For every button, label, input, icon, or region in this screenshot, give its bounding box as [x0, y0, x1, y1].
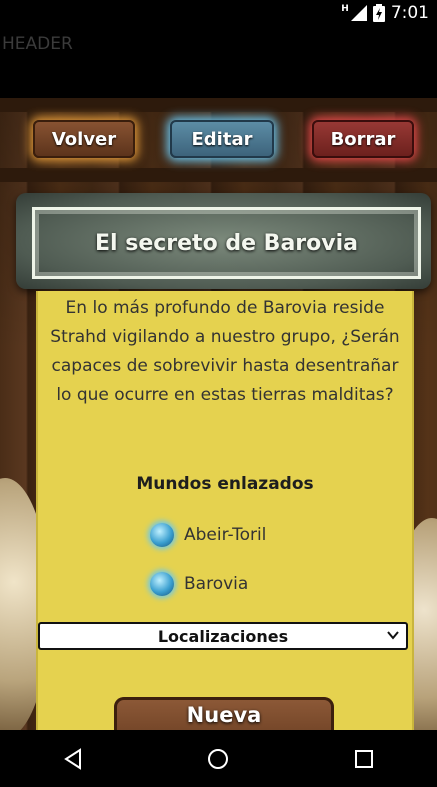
nav-recents-button[interactable] [334, 730, 394, 787]
back-triangle-icon [63, 747, 81, 770]
clock: 7:01 [390, 3, 429, 23]
app-header: HEADER [0, 28, 437, 98]
wood-beam-decoration [0, 98, 437, 112]
blue-gem-icon [150, 523, 174, 547]
header-text: HEADER [2, 34, 73, 54]
battery-charging-icon [372, 4, 385, 22]
delete-button[interactable]: Borrar [312, 120, 414, 158]
edit-button[interactable]: Editar [170, 120, 274, 158]
celtic-frame: El secreto de Barovia [32, 207, 421, 279]
campaign-description: En lo más profundo de Barovia reside Str… [50, 298, 400, 405]
chevron-down-icon [387, 631, 399, 640]
new-button-label: Nueva [186, 703, 262, 727]
locations-select-value: Localizaciones [157, 626, 289, 646]
blue-gem-icon [150, 572, 174, 596]
linked-world-item[interactable]: Barovia [150, 569, 248, 599]
home-circle-icon [208, 748, 229, 769]
status-bar: H 7:01 [0, 0, 437, 28]
linked-world-name: Barovia [184, 574, 249, 594]
linked-world-item[interactable]: Abeir-Toril [150, 520, 266, 550]
recents-square-icon [355, 749, 374, 768]
nav-back-button[interactable] [43, 730, 103, 787]
wood-beam-decoration [0, 168, 437, 182]
locations-select[interactable]: Localizaciones [38, 622, 408, 650]
campaign-title-plate: El secreto de Barovia [16, 193, 431, 289]
nav-home-button[interactable] [188, 730, 248, 787]
linked-world-name: Abeir-Toril [184, 525, 267, 545]
network-type-label: H [341, 4, 349, 14]
navigation-bar [0, 730, 437, 787]
linked-worlds-heading: Mundos enlazados [136, 474, 314, 494]
campaign-title: El secreto de Barovia [95, 230, 358, 256]
new-location-button[interactable]: Nueva [114, 697, 334, 730]
campaign-details-panel: En lo más profundo de Barovia reside Str… [36, 291, 414, 730]
signal-icon [350, 5, 367, 21]
back-button[interactable]: Volver [33, 120, 135, 158]
